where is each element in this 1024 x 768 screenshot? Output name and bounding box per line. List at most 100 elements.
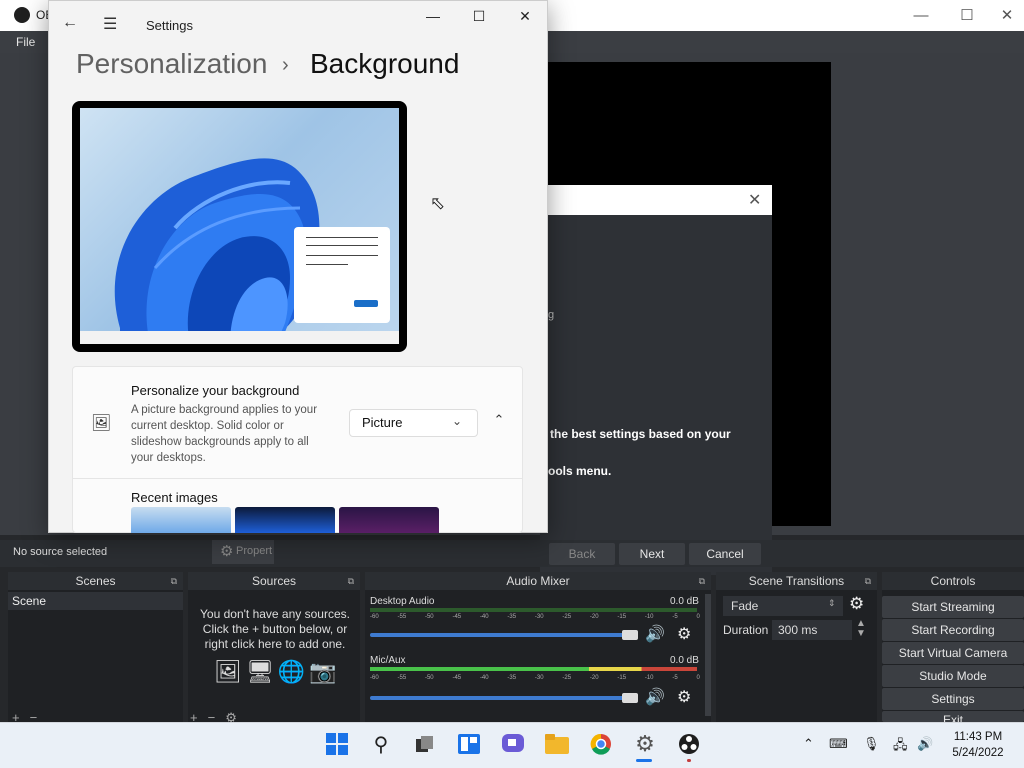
scenes-dock-header: Scenes ⧉ (8, 572, 183, 590)
speaker-icon[interactable]: 🔊 (645, 624, 665, 644)
sample-line (306, 237, 378, 238)
sources-empty-message: You don't have any sources. Click the + … (200, 607, 350, 651)
card-description: A picture background applies to your cur… (131, 404, 318, 464)
wizard-text-line2: ools menu. (548, 464, 612, 478)
wizard-back-button[interactable]: Back (549, 543, 615, 565)
menu-file[interactable]: File (16, 35, 35, 49)
background-type-value: Picture (362, 415, 403, 430)
mixer-channel-db: 0.0 dB (670, 655, 699, 666)
recent-image-thumbnail[interactable] (131, 507, 231, 533)
meter-tick: -50 (424, 675, 434, 681)
meter-tick: -25 (562, 614, 572, 620)
minimize-icon[interactable]: — (413, 8, 453, 28)
wizard-cancel-button[interactable]: Cancel (689, 543, 761, 565)
wizard-next-button[interactable]: Next (619, 543, 685, 565)
card-divider (72, 478, 523, 479)
recent-image-thumbnail[interactable] (339, 507, 439, 533)
undock-icon[interactable]: ⧉ (171, 572, 177, 590)
duration-input[interactable]: 300 ms (772, 620, 852, 640)
meter-tick: -55 (397, 675, 407, 681)
undock-icon[interactable]: ⧉ (348, 572, 354, 590)
transition-value: Fade (731, 599, 759, 613)
sample-line (306, 245, 378, 246)
gear-icon[interactable]: ⚙ (677, 687, 691, 707)
camera-icon: 📷 (309, 659, 337, 684)
meter-tick: -10 (644, 614, 654, 620)
mixer-dock-header: Audio Mixer ⧉ (365, 572, 711, 590)
preview-window-sample (294, 227, 390, 323)
volume-slider-handle[interactable] (622, 630, 638, 640)
volume-slider[interactable] (370, 633, 626, 637)
mixer-channel-name: Mic/Aux (370, 655, 406, 666)
meter-tick: -60 (370, 675, 379, 681)
start-icon[interactable] (324, 731, 350, 757)
maximize-icon[interactable]: ☐ (459, 8, 499, 28)
volume-slider[interactable] (370, 696, 626, 700)
minimize-icon[interactable]: — (898, 4, 944, 26)
spin-arrows-icon[interactable]: ⇕ (828, 598, 836, 609)
transition-select[interactable]: Fade (723, 596, 843, 616)
duration-value: 300 ms (778, 623, 818, 637)
meter-scale: -60 -55 -50 -45 -40 -35 -30 -25 -20 -15 -10 -5 0 (370, 675, 700, 681)
maximize-icon[interactable]: ☐ (944, 4, 990, 26)
speaker-icon[interactable]: 🔊 (645, 687, 665, 707)
meter-tick: -30 (534, 675, 544, 681)
start-recording-button[interactable]: Start Recording (882, 619, 1024, 641)
undock-icon[interactable]: ⧉ (865, 572, 871, 590)
duration-stepper-icon[interactable]: ▲ ▼ (856, 619, 866, 639)
chevron-down-icon: ⌄ (452, 414, 463, 428)
meter-tick: -5 (672, 614, 678, 620)
meter-tick: -40 (479, 614, 489, 620)
recent-image-thumbnail[interactable] (235, 507, 335, 533)
back-arrow-icon[interactable]: ← (62, 14, 78, 32)
undock-icon[interactable]: ⧉ (699, 572, 705, 590)
active-app-indicator (636, 759, 652, 762)
start-streaming-button[interactable]: Start Streaming (882, 596, 1024, 618)
start-virtual-camera-button[interactable]: Start Virtual Camera (882, 642, 1024, 664)
search-icon[interactable]: ⚲ (368, 731, 394, 757)
meter-tick: -25 (562, 675, 572, 681)
meter-tick: -50 (424, 614, 434, 620)
breadcrumb-parent[interactable]: Personalization (76, 48, 267, 80)
keyboard-icon[interactable]: ⌨ (829, 736, 848, 752)
meter-tick: -20 (589, 675, 599, 681)
settings-button[interactable]: Settings (882, 688, 1024, 710)
meter-tick: -20 (589, 614, 599, 620)
obs-logo-icon (14, 7, 30, 23)
settings-app-icon[interactable]: ⚙ (632, 731, 658, 757)
mixer-scrollbar[interactable] (705, 594, 711, 716)
file-explorer-icon[interactable] (544, 731, 570, 757)
chevron-up-icon[interactable]: ⌃ (486, 412, 512, 434)
sources-dock-title: Sources (251, 574, 297, 588)
settings-title: Settings (146, 18, 193, 33)
obs-app-icon[interactable] (676, 731, 702, 757)
close-icon[interactable]: ✕ (505, 8, 545, 28)
microphone-icon[interactable]: 🎙 (863, 736, 880, 752)
source-toolbar (0, 540, 1024, 567)
task-view-icon[interactable] (412, 731, 438, 757)
exit-button[interactable]: Exit (882, 711, 1024, 722)
gear-icon[interactable]: ⚙ (677, 624, 691, 644)
network-icon[interactable]: 🖧 (893, 736, 908, 758)
studio-mode-button[interactable]: Studio Mode (882, 665, 1024, 687)
chevron-right-icon: › (282, 54, 289, 76)
meter-tick: 0 (696, 614, 700, 620)
chevron-up-icon[interactable]: ⌃ (803, 736, 814, 752)
gear-icon[interactable]: ⚙ (849, 594, 864, 614)
volume-icon[interactable]: 🔊 (917, 736, 933, 752)
source-type-icons: 🖼 🖥 🌐 📷 (214, 659, 340, 687)
volume-slider-handle[interactable] (622, 693, 638, 703)
taskbar-clock[interactable]: 11:43 PM 5/24/2022 (945, 729, 1011, 761)
close-icon[interactable]: ✕ (990, 4, 1024, 26)
app-running-indicator (687, 759, 691, 762)
meter-scale: -60 -55 -50 -45 -40 -35 -30 -25 -20 -15 -10 -5 0 (370, 614, 700, 620)
chat-icon[interactable] (500, 731, 526, 757)
meter-tick: -45 (452, 614, 462, 620)
wizard-close-icon[interactable]: ✕ (748, 190, 761, 210)
hamburger-menu-icon[interactable]: ☰ (103, 14, 117, 34)
chrome-icon[interactable] (588, 731, 614, 757)
widgets-icon[interactable] (456, 731, 482, 757)
scene-item[interactable]: Scene (8, 592, 183, 610)
preview-taskbar (80, 331, 399, 344)
scenes-toolbar: +− (12, 710, 132, 725)
